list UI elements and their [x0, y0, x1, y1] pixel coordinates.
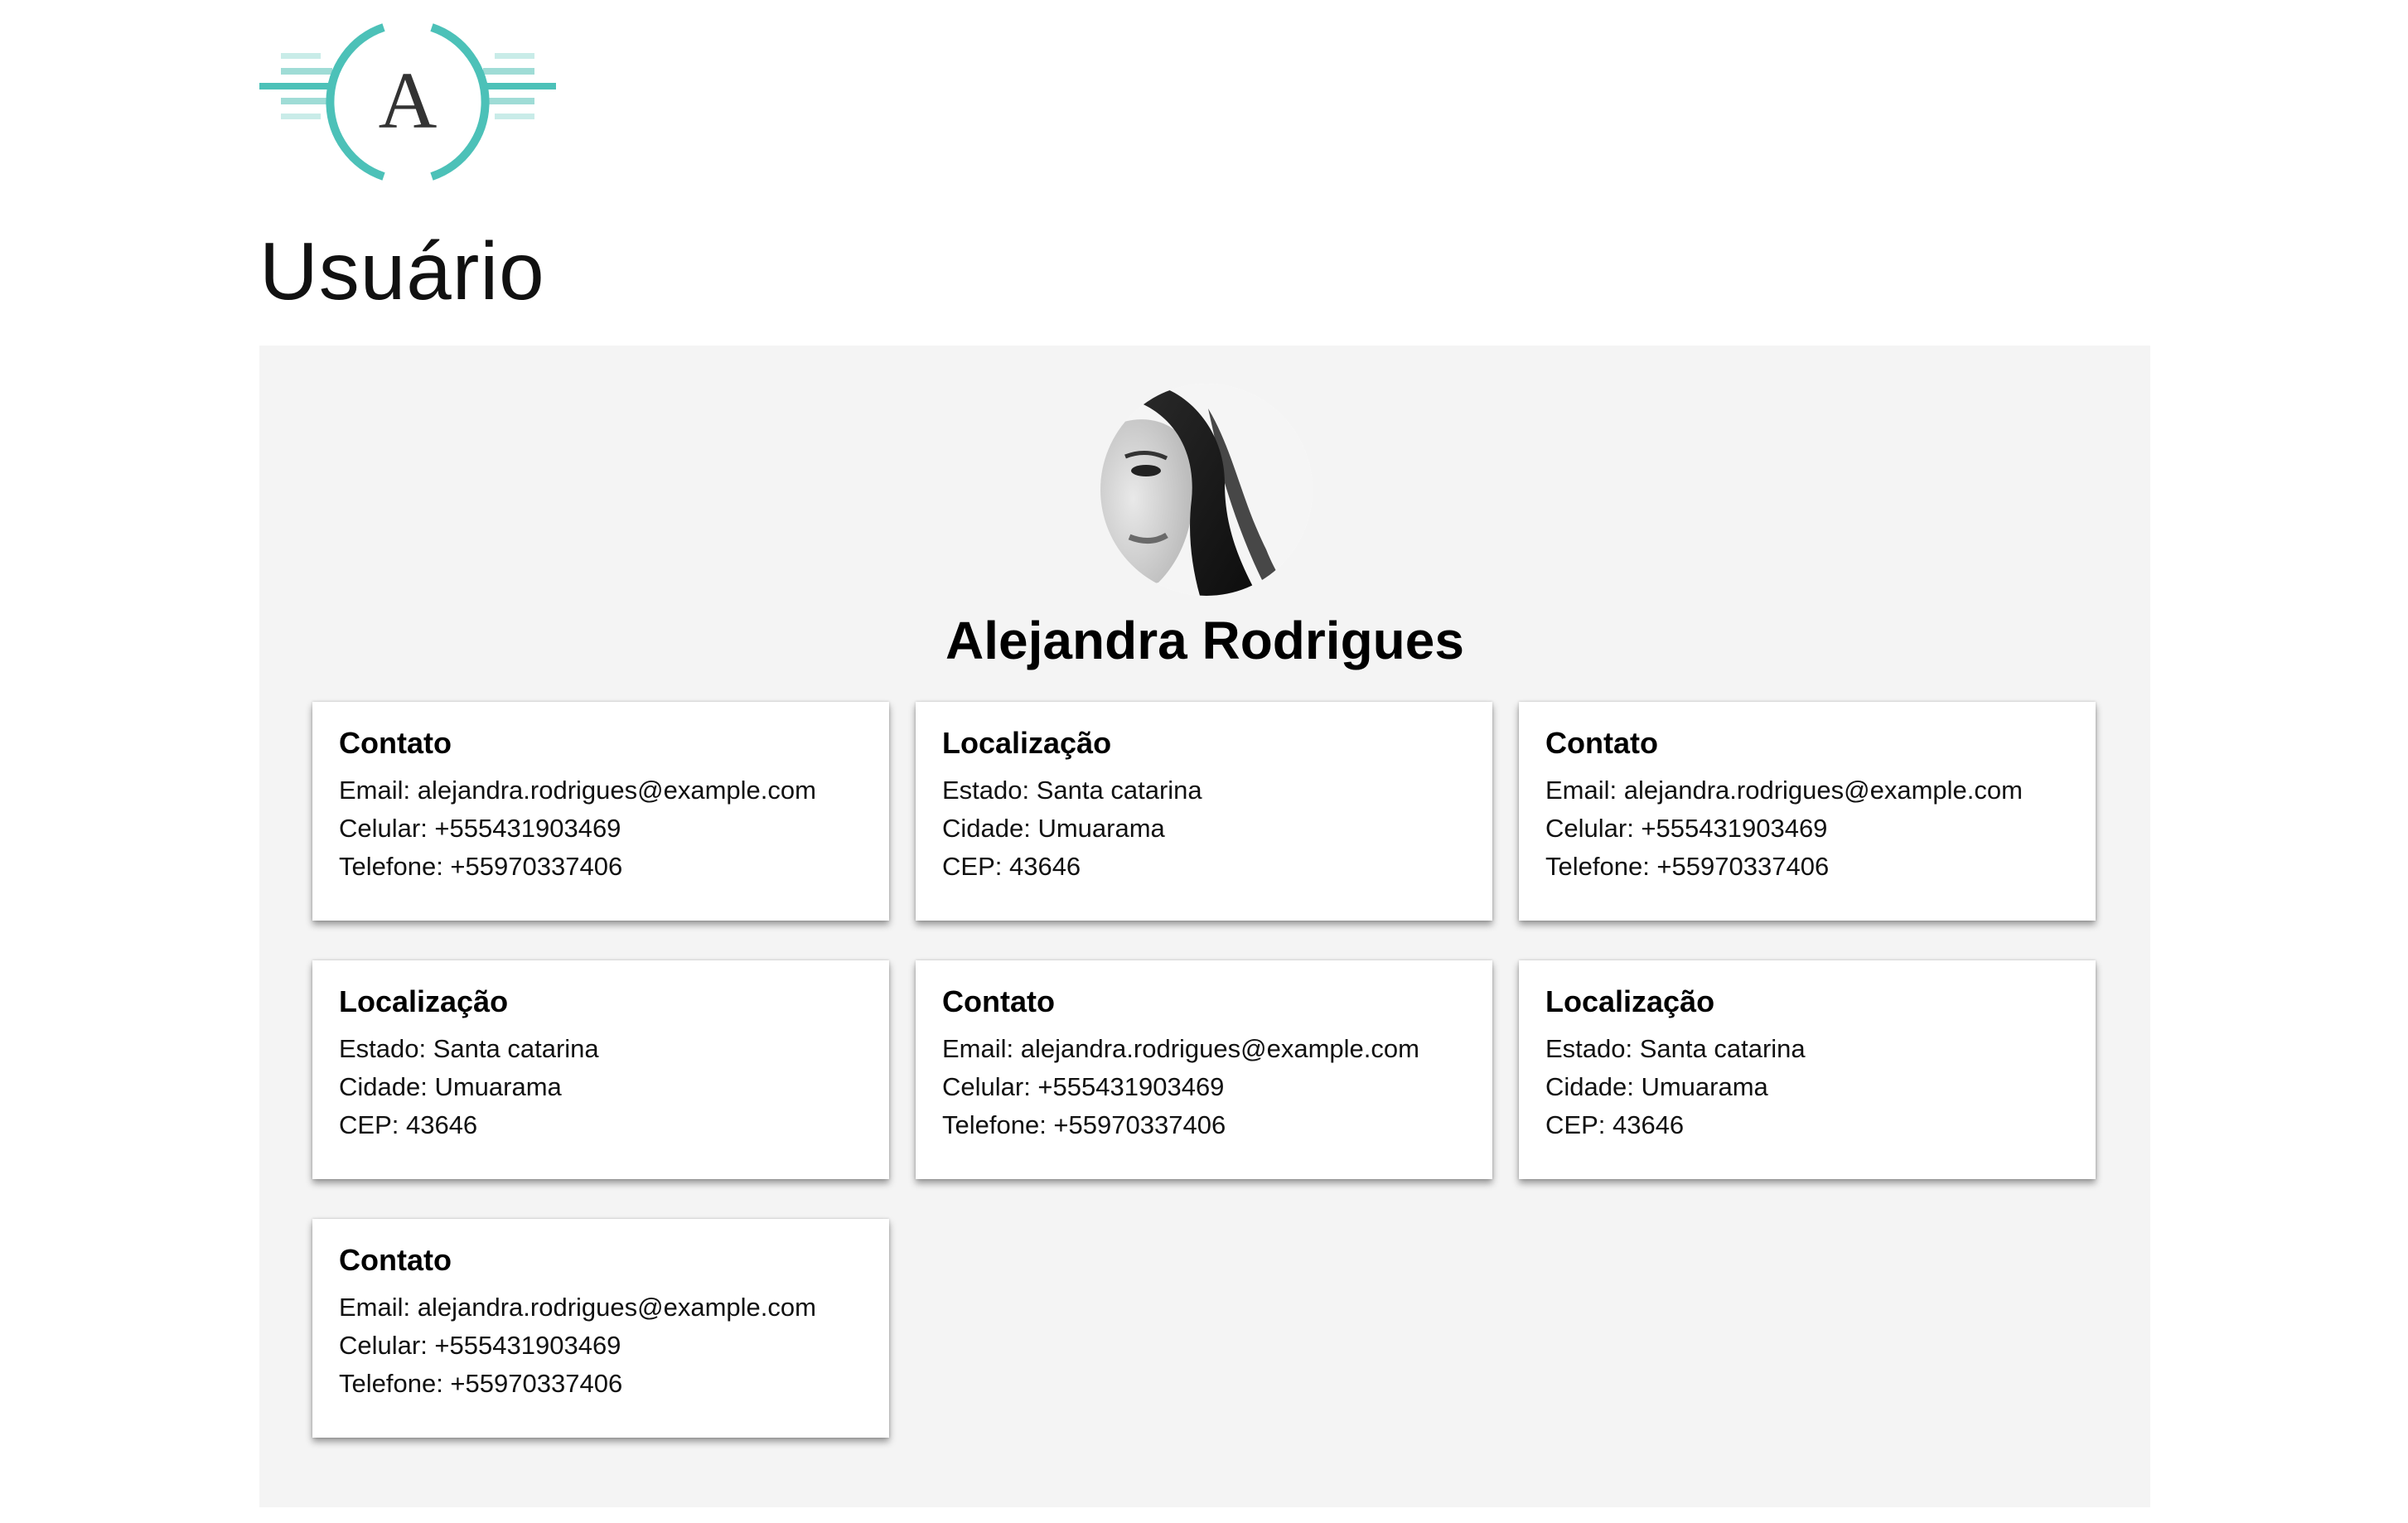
zip-line: CEP: 43646: [1545, 1110, 1685, 1139]
card-title: Localização: [339, 984, 509, 1018]
contact-card: Contato Email: alejandra.rodrigues@examp…: [312, 1219, 889, 1438]
email-line: Email: alejandra.rodrigues@example.com: [339, 1293, 816, 1322]
phone-line: Telefone: +55970337406: [942, 1110, 1226, 1139]
state-line: Estado: Santa catarina: [339, 1034, 599, 1063]
city-line: Cidade: Umuarama: [339, 1072, 562, 1101]
card-title: Contato: [942, 984, 1055, 1018]
user-avatar-icon: [1100, 384, 1313, 596]
mobile-line: Celular: +555431903469: [339, 1331, 621, 1360]
mobile-line: Celular: +555431903469: [1545, 814, 1828, 843]
zip-line: CEP: 43646: [339, 1110, 478, 1139]
mobile-line: Celular: +555431903469: [942, 1072, 1225, 1101]
card-title: Localização: [942, 726, 1112, 760]
location-card: Localização Estado: Santa catarina Cidad…: [916, 702, 1492, 921]
info-cards: Contato Email: alejandra.rodrigues@examp…: [312, 702, 2102, 1438]
email-line: Email: alejandra.rodrigues@example.com: [942, 1034, 1419, 1063]
card-title: Localização: [1545, 984, 1715, 1018]
state-line: Estado: Santa catarina: [1545, 1034, 1806, 1063]
brand-logo-icon[interactable]: A: [259, 23, 556, 181]
zip-line: CEP: 43646: [942, 852, 1081, 881]
user-page: A Usuário Alejandra Rodrigues Contato Em…: [0, 0, 2408, 1523]
card-title: Contato: [339, 1243, 452, 1277]
email-line: Email: alejandra.rodrigues@example.com: [1545, 776, 2023, 805]
card-title: Contato: [1545, 726, 1658, 760]
contact-card: Contato Email: alejandra.rodrigues@examp…: [312, 702, 889, 921]
email-line: Email: alejandra.rodrigues@example.com: [339, 776, 816, 805]
city-line: Cidade: Umuarama: [1545, 1072, 1768, 1101]
logo-letter: A: [379, 56, 438, 146]
phone-line: Telefone: +55970337406: [339, 1369, 623, 1398]
page-title: Usuário: [259, 225, 545, 317]
location-card: Localização Estado: Santa catarina Cidad…: [1519, 960, 2096, 1179]
mobile-line: Celular: +555431903469: [339, 814, 621, 843]
state-line: Estado: Santa catarina: [942, 776, 1202, 805]
profile-panel: Alejandra Rodrigues Contato Email: aleja…: [259, 346, 2150, 1507]
location-card: Localização Estado: Santa catarina Cidad…: [312, 960, 889, 1179]
card-title: Contato: [339, 726, 452, 760]
contact-card: Contato Email: alejandra.rodrigues@examp…: [916, 960, 1492, 1179]
city-line: Cidade: Umuarama: [942, 814, 1165, 843]
contact-card: Contato Email: alejandra.rodrigues@examp…: [1519, 702, 2096, 921]
phone-line: Telefone: +55970337406: [339, 852, 623, 881]
user-name: Alejandra Rodrigues: [945, 611, 1464, 670]
avatar: [1100, 384, 1313, 596]
phone-line: Telefone: +55970337406: [1545, 852, 1830, 881]
